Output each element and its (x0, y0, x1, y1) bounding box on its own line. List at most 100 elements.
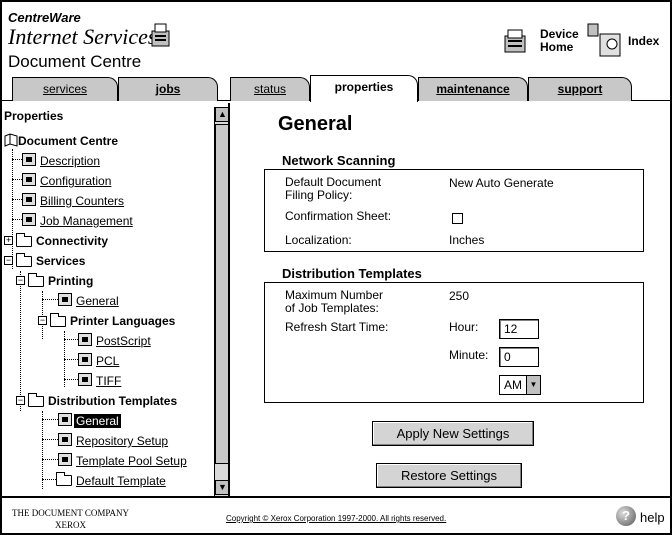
restore-settings-button[interactable]: Restore Settings (376, 463, 522, 488)
tree-root[interactable]: Document Centre (18, 134, 118, 148)
ampm-select[interactable]: AM ▼ (499, 375, 541, 395)
tree-connector (42, 459, 58, 460)
expand-icon[interactable]: + (4, 236, 13, 245)
help-link[interactable]: help (640, 510, 665, 525)
sidebar-item-pcl[interactable]: PCL (96, 354, 119, 368)
tree-connector (12, 219, 22, 220)
document-icon (58, 413, 72, 426)
sidebar-item-default-template[interactable]: Default Template (76, 474, 166, 488)
page-title: General (278, 113, 353, 135)
hour-input[interactable]: 12 (499, 319, 539, 339)
sidebar-item-billing-counters[interactable]: Billing Counters (40, 194, 124, 208)
tree-connector (64, 359, 78, 360)
max-templates-label: Maximum Number of Job Templates: (285, 288, 384, 315)
folder-icon (16, 233, 32, 247)
localization-label: Localization: (285, 233, 352, 247)
collapse-icon[interactable]: − (38, 316, 47, 325)
sidebar-item-general[interactable]: General (76, 294, 119, 308)
document-icon (58, 293, 72, 306)
apply-new-settings-button[interactable]: Apply New Settings (372, 421, 534, 446)
distribution-templates-box: Maximum Number of Job Templates: 250 Ref… (264, 282, 644, 403)
ampm-value: AM (504, 378, 522, 392)
device-home-icon[interactable] (502, 26, 530, 56)
sidebar-item-connectivity[interactable]: Connectivity (36, 234, 108, 248)
brand-line2: Internet Services (8, 24, 157, 49)
sidebar: Properties Document Centre Description C… (2, 103, 230, 496)
printer-icon (151, 23, 170, 47)
tab-services[interactable]: services (12, 77, 118, 101)
section-title-distribution-templates: Distribution Templates (282, 266, 422, 281)
sidebar-item-repository-setup[interactable]: Repository Setup (76, 434, 168, 448)
document-icon (58, 433, 72, 446)
collapse-icon[interactable]: − (4, 256, 13, 265)
footer: THE DOCUMENT COMPANY XEROX Copyright © X… (2, 496, 670, 533)
device-home-link[interactable]: Device Home (540, 28, 579, 54)
main-content: General Network Scanning Default Documen… (232, 103, 670, 496)
folder-icon (28, 273, 44, 287)
sidebar-item-job-management[interactable]: Job Management (40, 214, 133, 228)
copyright-link[interactable]: Copyright © Xerox Corporation 1997-2000.… (226, 514, 446, 523)
folder-icon (28, 393, 44, 407)
sidebar-item-dt-general-selected[interactable]: General (74, 414, 121, 428)
localization-value: Inches (449, 233, 485, 247)
sidebar-item-description[interactable]: Description (40, 154, 100, 168)
app-title: Document Centre (8, 52, 142, 71)
chevron-down-icon[interactable]: ▼ (526, 376, 540, 394)
collapse-icon[interactable]: − (16, 276, 25, 285)
sidebar-item-distribution-templates[interactable]: Distribution Templates (48, 394, 177, 408)
tree-connector (12, 159, 22, 160)
tab-jobs[interactable]: jobs (118, 77, 218, 101)
filing-policy-label: Default Document Filing Policy: (285, 175, 382, 202)
document-icon (58, 453, 72, 466)
brand-line1: CentreWare (8, 10, 81, 25)
confirmation-sheet-checkbox[interactable] (452, 213, 463, 224)
refresh-start-time-label: Refresh Start Time: (285, 320, 389, 334)
sidebar-title: Properties (4, 109, 64, 123)
tree-connector (42, 411, 43, 489)
tree-connector (12, 199, 22, 200)
sidebar-item-printing[interactable]: Printing (48, 274, 93, 288)
tab-support[interactable]: support (528, 77, 632, 101)
max-templates-value: 250 (449, 289, 470, 303)
tree-connector (64, 339, 78, 340)
help-icon[interactable]: ? (616, 506, 636, 526)
minute-input[interactable]: 0 (499, 347, 539, 367)
sidebar-item-tiff[interactable]: TIFF (96, 374, 121, 388)
document-icon (78, 353, 92, 366)
sidebar-item-printer-languages[interactable]: Printer Languages (70, 314, 175, 328)
tree-connector (12, 149, 13, 269)
document-icon (78, 333, 92, 346)
scroll-down-icon[interactable]: ▼ (215, 480, 228, 495)
company-logo: THE DOCUMENT COMPANY XEROX (12, 508, 130, 530)
sidebar-scrollbar[interactable]: ▲ ▼ (214, 107, 228, 496)
book-icon (4, 133, 18, 147)
tree-connector (20, 271, 21, 411)
document-icon (22, 173, 36, 186)
network-scanning-box: Default Document Filing Policy: New Auto… (264, 169, 644, 252)
header: CentreWare Internet Services Document Ce… (2, 2, 670, 73)
template-icon (56, 472, 72, 486)
tab-maintenance[interactable]: maintenance (418, 77, 528, 101)
index-icon[interactable] (586, 22, 626, 58)
tab-properties[interactable]: properties (310, 75, 418, 102)
folder-icon (50, 313, 66, 327)
tree-connector (64, 379, 78, 380)
scroll-up-icon[interactable]: ▲ (215, 107, 228, 122)
tree-connector (42, 299, 58, 300)
tree-connector (12, 179, 22, 180)
folder-icon (16, 253, 32, 267)
document-icon (22, 193, 36, 206)
tab-status[interactable]: status (230, 77, 310, 101)
index-link[interactable]: Index (628, 35, 659, 48)
scroll-thumb[interactable] (215, 124, 228, 464)
document-icon (78, 373, 92, 386)
sidebar-item-template-pool-setup[interactable]: Template Pool Setup (76, 454, 187, 468)
hour-label: Hour: (449, 320, 479, 334)
document-icon (22, 213, 36, 226)
sidebar-item-services[interactable]: Services (36, 254, 85, 268)
collapse-icon[interactable]: − (16, 396, 25, 405)
tab-bar: services jobs status properties maintena… (2, 73, 670, 102)
sidebar-item-configuration[interactable]: Configuration (40, 174, 111, 188)
confirmation-sheet-label: Confirmation Sheet: (285, 209, 392, 223)
sidebar-item-postscript[interactable]: PostScript (96, 334, 151, 348)
